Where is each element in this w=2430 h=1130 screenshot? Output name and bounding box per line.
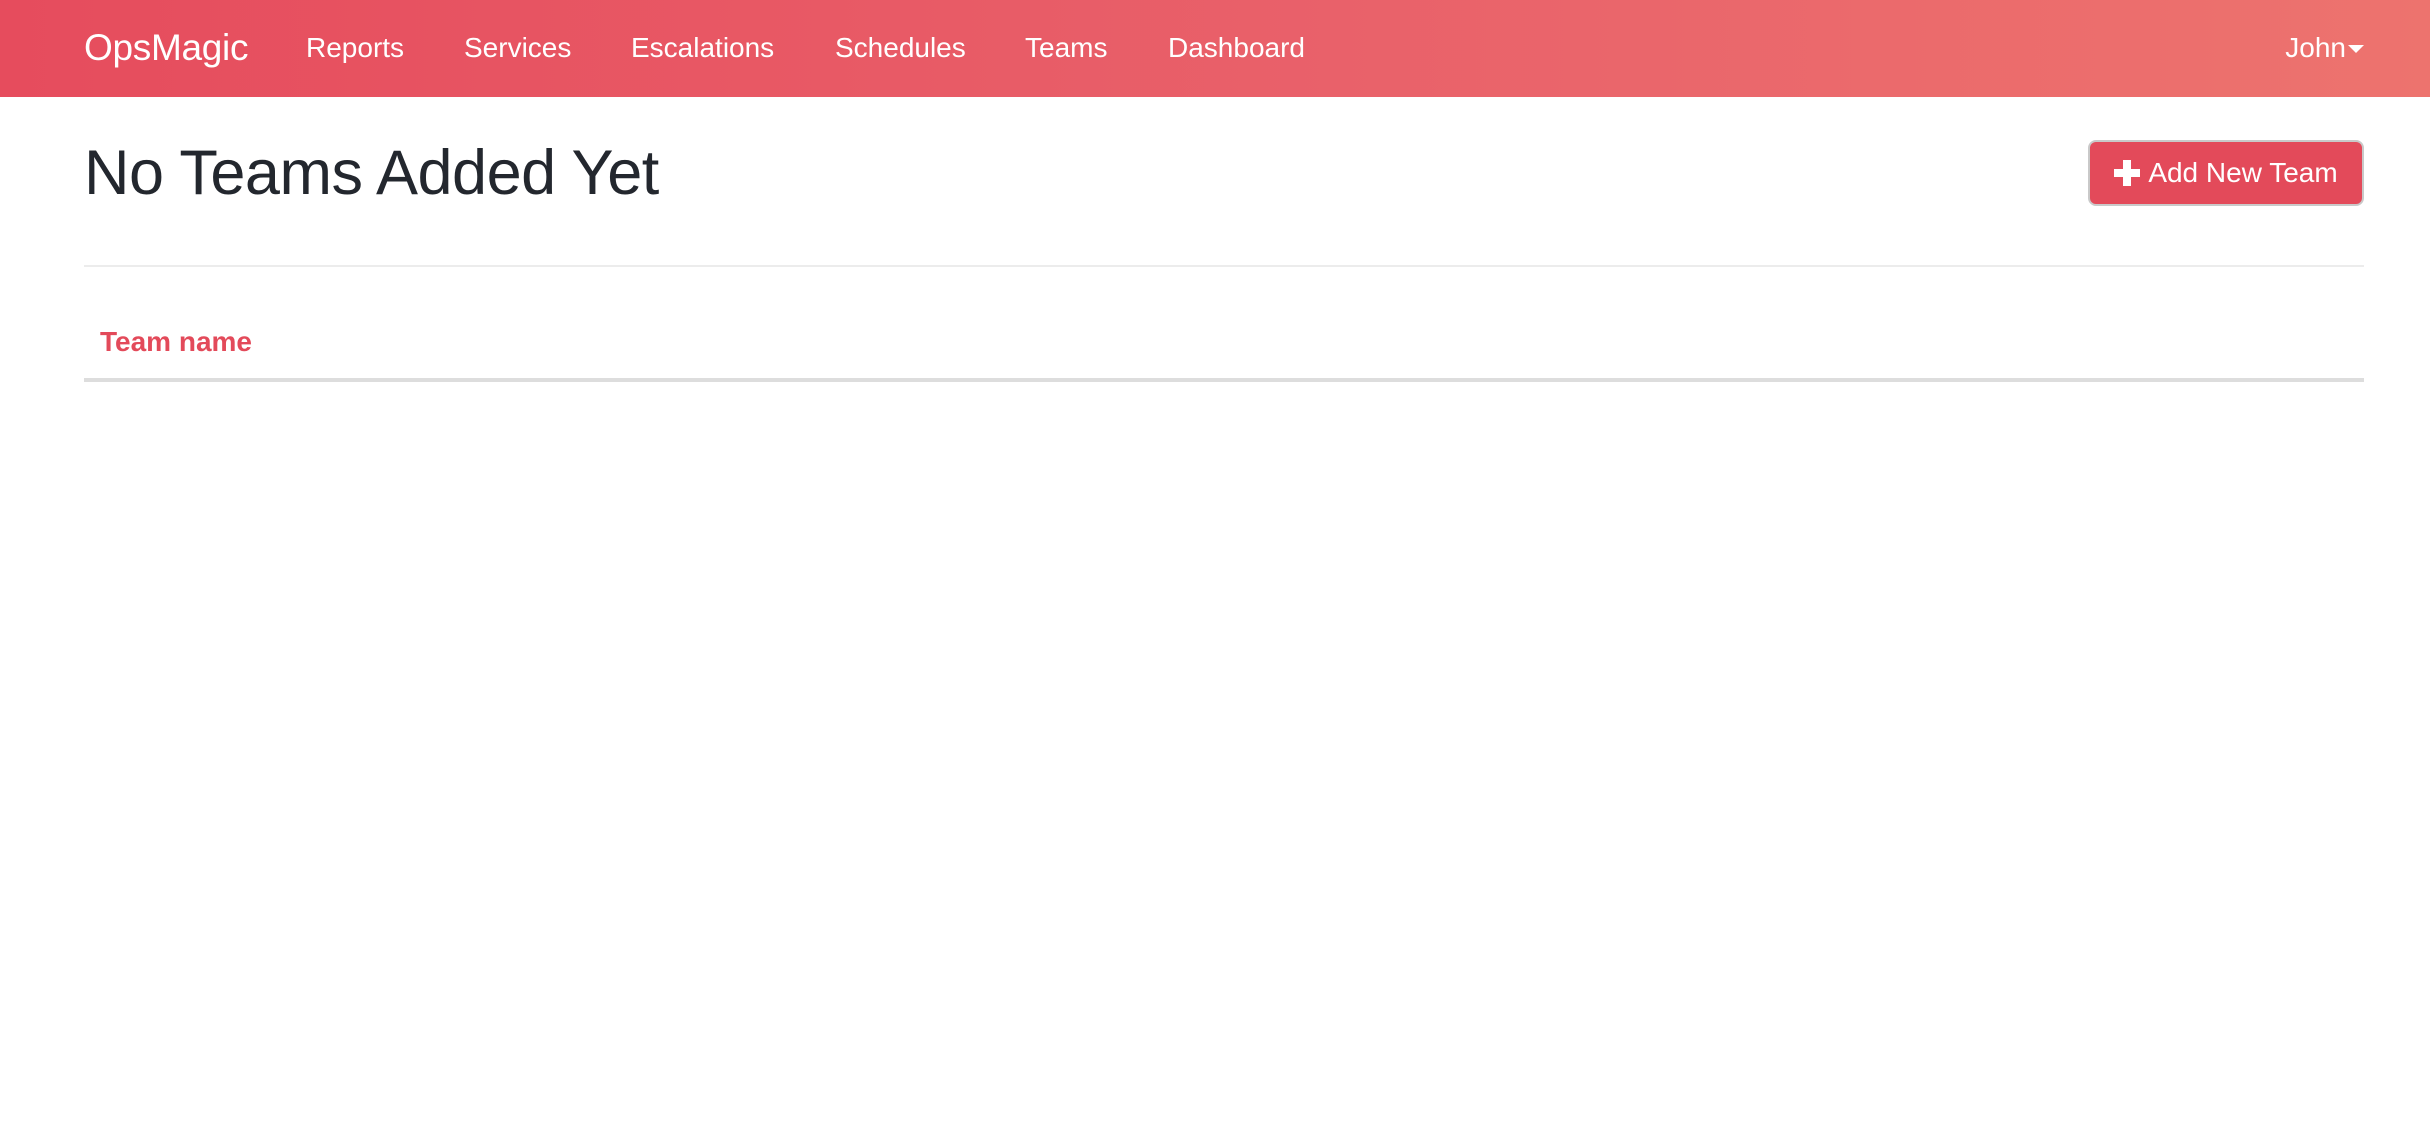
nav-services-link[interactable]: Services	[464, 30, 571, 66]
add-new-team-label: Add New Team	[2148, 157, 2338, 188]
nav-reports-link[interactable]: Reports	[306, 30, 404, 66]
nav-dashboard-link[interactable]: Dashboard	[1168, 30, 1305, 66]
user-menu-dropdown[interactable]: John	[2285, 30, 2364, 66]
plus-icon	[2114, 160, 2141, 186]
page-title: No Teams Added Yet	[84, 138, 659, 208]
caret-down-icon	[2348, 45, 2364, 53]
nav-teams-link[interactable]: Teams	[1025, 30, 1107, 66]
column-header-team-name[interactable]: Team name	[84, 310, 2364, 382]
top-navbar: OpsMagic Reports Services Escalations Sc…	[0, 0, 2430, 97]
brand-logo-link[interactable]: OpsMagic	[84, 25, 248, 71]
nav-escalations-link[interactable]: Escalations	[631, 30, 774, 66]
teams-table: Team name	[84, 310, 2364, 382]
nav-schedules-link[interactable]: Schedules	[835, 30, 966, 66]
user-name: John	[2285, 32, 2346, 63]
add-new-team-button[interactable]: Add New Team	[2088, 140, 2364, 206]
table-header-row: Team name	[84, 310, 2364, 382]
header-divider	[84, 265, 2364, 267]
